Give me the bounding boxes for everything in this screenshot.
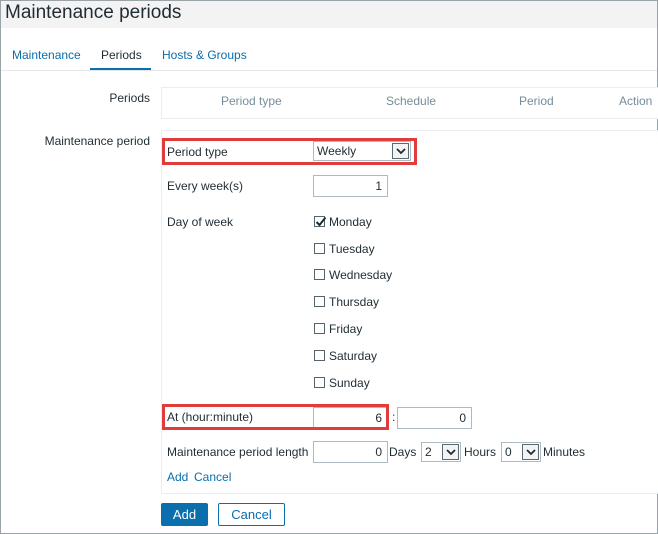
sunday-label: Sunday (329, 376, 370, 390)
time-separator: : (392, 410, 396, 424)
sunday-checkbox[interactable] (314, 377, 325, 388)
thursday-label: Thursday (329, 295, 380, 309)
periods-label: Periods (109, 91, 150, 105)
chevron-down-icon (442, 444, 459, 460)
every-weeks-input[interactable]: 1 (313, 175, 388, 197)
add-period-link[interactable]: Add (167, 470, 188, 484)
chevron-down-icon (522, 444, 539, 460)
maintenance-period-label: Maintenance period (44, 134, 150, 148)
tab-maintenance[interactable]: Maintenance (12, 48, 81, 62)
length-hours-value: 2 (425, 445, 432, 459)
tab-periods[interactable]: Periods (101, 48, 142, 62)
page-title: Maintenance periods (5, 2, 182, 23)
tab-hosts-groups[interactable]: Hosts & Groups (162, 48, 247, 62)
day-of-week-label: Day of week (167, 215, 234, 229)
column-header-action: Action (619, 94, 653, 108)
wednesday-checkbox[interactable] (314, 269, 325, 280)
days-label: Days (389, 445, 417, 459)
monday-label: Monday (329, 215, 372, 229)
at-label: At (hour:minute) (167, 410, 254, 424)
minutes-label: Minutes (543, 445, 586, 459)
saturday-label: Saturday (329, 349, 378, 363)
period-length-label: Maintenance period length (167, 445, 309, 459)
tabs-divider (1, 70, 657, 71)
period-type-select[interactable]: Weekly (313, 141, 411, 161)
column-header-period-type: Period type (221, 94, 282, 108)
tuesday-label: Tuesday (329, 242, 375, 256)
column-header-schedule: Schedule (386, 94, 437, 108)
wednesday-label: Wednesday (329, 268, 393, 282)
periods-table: Period type Schedule Period Action (161, 87, 658, 119)
cancel-button[interactable]: Cancel (218, 503, 285, 526)
length-hours-select[interactable]: 2 (421, 442, 461, 462)
at-minute-input[interactable]: 0 (397, 407, 472, 429)
tuesday-checkbox[interactable] (314, 243, 325, 254)
title-bar: Maintenance periods (1, 1, 657, 28)
checkmark-icon (315, 216, 327, 227)
every-weeks-label: Every week(s) (167, 179, 244, 193)
friday-label: Friday (329, 322, 363, 336)
monday-checkbox[interactable] (314, 216, 327, 227)
column-header-period: Period (519, 94, 554, 108)
period-type-value: Weekly (317, 144, 357, 158)
friday-checkbox[interactable] (314, 323, 325, 334)
saturday-checkbox[interactable] (314, 350, 325, 361)
length-days-input[interactable]: 0 (313, 441, 388, 463)
add-button[interactable]: Add (161, 503, 208, 526)
thursday-checkbox[interactable] (314, 296, 325, 307)
cancel-period-link[interactable]: Cancel (194, 470, 231, 484)
chevron-down-icon (392, 143, 409, 159)
length-minutes-value: 0 (505, 445, 512, 459)
hours-label: Hours (464, 445, 497, 459)
period-type-label: Period type (167, 145, 228, 159)
length-minutes-select[interactable]: 0 (501, 442, 541, 462)
